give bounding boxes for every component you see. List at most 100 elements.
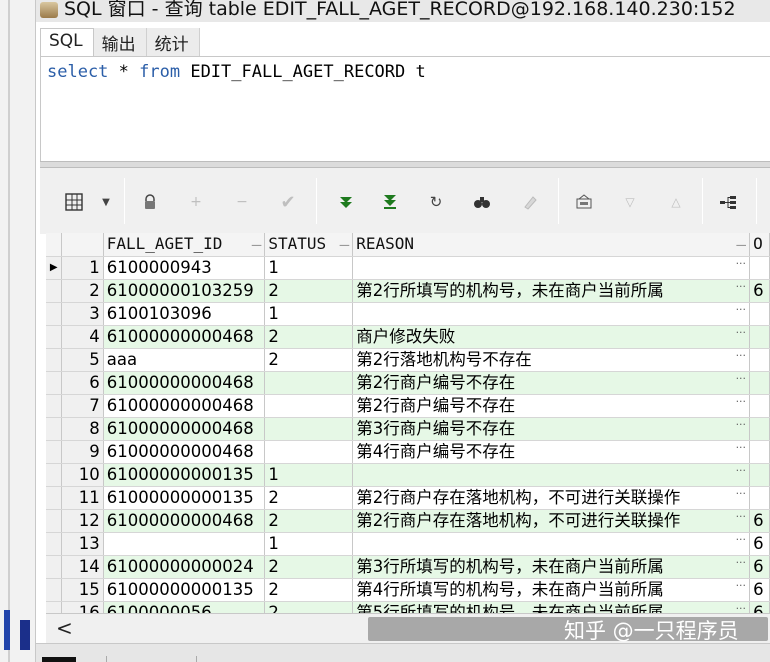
table-row[interactable]: 14 61000000000024 2 第3行所填写的机构号，未在商户当前所属 ··· 6 [46,555,770,579]
row-indicator[interactable] [46,371,63,395]
cell-reason[interactable]: 第2行商户编号不存在 ··· [352,394,751,418]
cell-expand-icon[interactable]: ··· [736,601,747,614]
cell-fall-aget-id[interactable]: 61000000000135 [103,486,266,510]
refresh-icon[interactable]: ↻ [424,190,448,214]
cell-expand-icon[interactable]: ··· [736,509,747,528]
column-header-next[interactable]: O [749,233,770,257]
dropdown-arrow-icon[interactable]: ▼ [94,190,118,214]
cell-status[interactable]: 2 [264,486,354,510]
cell-fall-aget-id[interactable]: 6100103096 [103,302,266,326]
grid-view-icon[interactable] [62,190,86,214]
cell-next-column[interactable] [749,348,770,372]
cell-expand-icon[interactable]: ··· [736,371,747,390]
clear-icon[interactable] [518,190,542,214]
export-icon[interactable] [572,190,596,214]
cell-expand-icon[interactable]: ··· [736,532,747,551]
cell-next-column[interactable] [749,302,770,326]
cell-expand-icon[interactable]: ··· [736,279,747,298]
add-record-icon[interactable]: + [184,190,208,214]
cell-fall-aget-id[interactable]: 61000000000468 [103,325,266,349]
cell-status[interactable]: 2 [264,325,354,349]
table-row[interactable]: 16 6100000056 2 第5行所填写的机构号，未在商户当前所属 ··· 6 [46,601,770,613]
cell-expand-icon[interactable]: ··· [736,578,747,597]
cell-fall-aget-id[interactable]: aaa [103,348,266,372]
cell-fall-aget-id[interactable]: 61000000000468 [103,371,266,395]
table-row[interactable]: 2 61000000103259 2 第2行所填写的机构号，未在商户当前所属 ··· 6 [46,279,770,303]
cell-status[interactable] [264,440,354,464]
row-indicator[interactable] [46,348,63,372]
cell-reason[interactable]: 第3行商户编号不存在 ··· [352,417,751,441]
cell-reason[interactable]: 第2行落地机构号不存在 ··· [352,348,751,372]
pane-splitter[interactable] [40,161,770,168]
row-indicator[interactable] [46,601,63,613]
column-header-status[interactable]: STATUS — [264,233,354,257]
table-row[interactable]: 13 1 ··· 6 [46,532,770,556]
cell-status[interactable]: 2 [264,348,354,372]
cell-next-column[interactable] [749,417,770,441]
row-indicator[interactable] [46,578,63,602]
cell-reason[interactable]: 第3行所填写的机构号，未在商户当前所属 ··· [352,555,751,579]
cell-status[interactable]: 1 [264,463,354,487]
scroll-left-icon[interactable]: < [56,616,73,640]
table-row[interactable]: 15 61000000000135 2 第4行所填写的机构号，未在商户当前所属 ··· 6 [46,578,770,602]
table-row[interactable]: 6 61000000000468 第2行商户编号不存在 ··· [46,371,770,395]
cell-status[interactable]: 1 [264,532,354,556]
cell-expand-icon[interactable]: ··· [736,302,747,321]
row-indicator[interactable] [46,325,63,349]
cell-status[interactable] [264,394,354,418]
cell-status[interactable]: 2 [264,509,354,533]
row-indicator[interactable] [46,394,63,418]
cell-next-column[interactable] [749,486,770,510]
cell-reason[interactable]: 第2行商户存在落地机构，不可进行关联操作 ··· [352,486,751,510]
sql-query-text[interactable]: select * from EDIT_FALL_AGET_RECORD t [47,62,426,82]
cell-next-column[interactable]: 6 [749,279,770,303]
cell-status[interactable]: 2 [264,279,354,303]
cell-status[interactable]: 1 [264,256,354,280]
cell-fall-aget-id[interactable]: 61000000000135 [103,578,266,602]
row-indicator[interactable] [46,555,63,579]
cell-expand-icon[interactable]: ··· [736,417,747,436]
cell-next-column[interactable]: 6 [749,509,770,533]
cell-next-column[interactable]: 6 [749,532,770,556]
cell-fall-aget-id[interactable]: 61000000000468 [103,417,266,441]
cell-next-column[interactable] [749,256,770,280]
find-icon[interactable] [470,190,494,214]
table-row[interactable]: 11 61000000000135 2 第2行商户存在落地机构，不可进行关联操作 ··· [46,486,770,510]
cell-next-column[interactable] [749,463,770,487]
cell-reason[interactable]: 第2行商户编号不存在 ··· [352,371,751,395]
table-row[interactable]: ▶ 1 6100000943 1 ··· [46,256,770,280]
row-indicator[interactable] [46,440,63,464]
post-changes-icon[interactable]: ✔ [276,190,300,214]
row-indicator[interactable] [46,417,63,441]
cell-expand-icon[interactable]: ··· [736,555,747,574]
cell-next-column[interactable]: 6 [749,578,770,602]
table-row[interactable]: 5 aaa 2 第2行落地机构号不存在 ··· [46,348,770,372]
previous-icon[interactable]: ▽ [618,190,642,214]
cell-fall-aget-id[interactable]: 61000000103259 [103,279,266,303]
cell-fall-aget-id[interactable]: 61000000000024 [103,555,266,579]
cell-fall-aget-id[interactable]: 61000000000468 [103,440,266,464]
cell-reason[interactable]: ··· [352,532,751,556]
cell-reason[interactable]: ··· [352,302,751,326]
cell-status[interactable]: 2 [264,601,354,613]
next-icon[interactable]: △ [664,190,688,214]
table-row[interactable]: 10 61000000000135 1 ··· [46,463,770,487]
cell-next-column[interactable] [749,440,770,464]
cell-fall-aget-id[interactable] [103,532,266,556]
cell-status[interactable]: 1 [264,302,354,326]
tab-statistics[interactable]: 统计 [146,28,200,57]
cell-expand-icon[interactable]: ··· [736,325,747,344]
cell-reason[interactable]: 第2行商户存在落地机构，不可进行关联操作 ··· [352,509,751,533]
corner-cell[interactable] [46,233,63,257]
column-header-fall-aget-id[interactable]: FALL_AGET_ID — [103,233,266,257]
column-header-reason[interactable]: REASON — [352,233,751,257]
cell-reason[interactable]: 第5行所填写的机构号，未在商户当前所属 ··· [352,601,751,614]
cell-fall-aget-id[interactable]: 61000000000468 [103,394,266,418]
row-indicator[interactable] [46,279,63,303]
row-indicator[interactable] [46,486,63,510]
cell-expand-icon[interactable]: ··· [736,256,747,275]
tab-sql[interactable]: SQL [40,28,94,57]
lock-icon[interactable] [138,190,162,214]
window-titlebar[interactable]: SQL 窗口 - 查询 table EDIT_FALL_AGET_RECORD@… [36,0,770,22]
fetch-next-page-icon[interactable] [334,190,358,214]
